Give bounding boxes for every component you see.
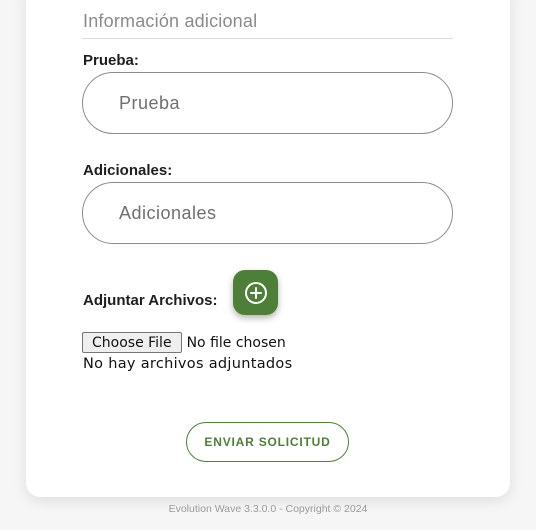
file-status-text: No file chosen — [186, 334, 286, 351]
plus-circle-icon — [244, 281, 267, 304]
attachments-label: Adjuntar Archivos: — [83, 292, 218, 309]
submit-request-button[interactable]: ENVIAR SOLICITUD — [186, 422, 349, 462]
no-attachments-message: No hay archivos adjuntados — [83, 356, 293, 372]
section-divider — [82, 38, 453, 39]
adicionales-label: Adicionales: — [83, 162, 173, 179]
file-input[interactable]: Choose File No file chosen — [82, 332, 286, 353]
adicionales-input[interactable] — [82, 182, 453, 244]
choose-file-button[interactable]: Choose File — [82, 332, 182, 353]
add-attachment-button[interactable] — [233, 270, 278, 315]
prueba-input[interactable] — [82, 72, 453, 134]
section-title: Información adicional — [83, 11, 258, 31]
prueba-label: Prueba: — [83, 52, 139, 69]
footer-copyright: Evolution Wave 3.3.0.0 - Copyright © 202… — [168, 503, 368, 515]
